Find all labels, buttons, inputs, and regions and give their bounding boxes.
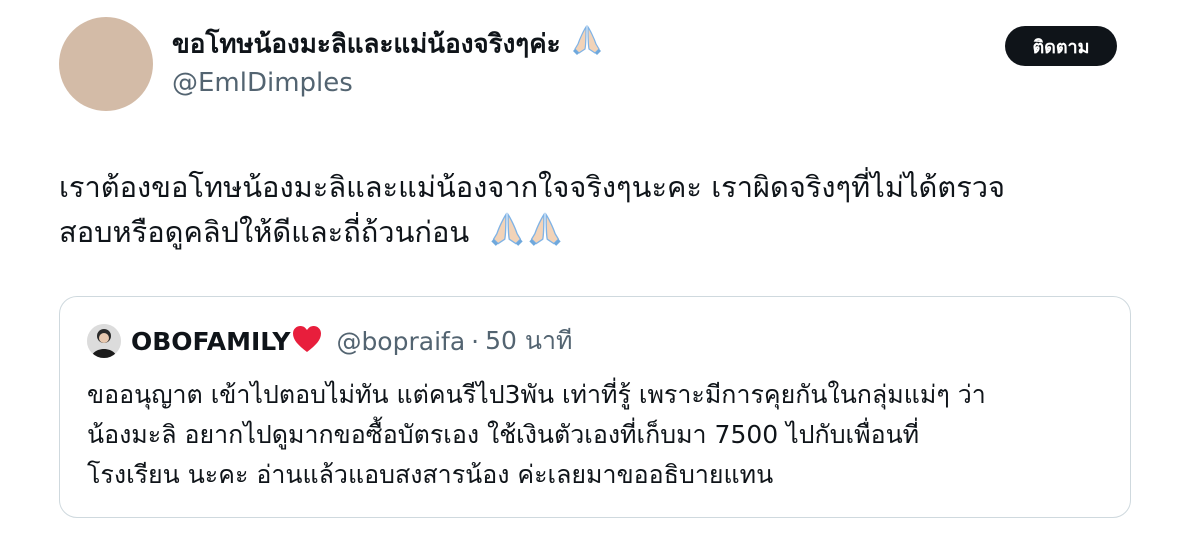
author-display-name[interactable]: ขอโทษน้องมะลิและแม่น้องจริงๆค่ะ — [172, 22, 604, 68]
tweet-text-line: เราต้องขอโทษน้องมะลิและแม่น้องจากใจจริงๆ… — [59, 170, 1006, 204]
quoted-tweet-line: ขออนุญาต เข้าไปตอบไม่ทัน แต่คนรีไป3พัน เ… — [87, 380, 986, 409]
follow-button[interactable]: ติดตาม — [1005, 26, 1117, 66]
quoted-tweet-text: ขออนุญาต เข้าไปตอบไม่ทัน แต่คนรีไป3พัน เ… — [87, 375, 1117, 495]
tweet-text-line: สอบหรือดูคลิปให้ดีและถี่ถ้วนก่อน — [59, 209, 1149, 259]
tweet-text-line-text: สอบหรือดูคลิปให้ดีและถี่ถ้วนก่อน — [59, 215, 470, 249]
author-display-name-text: ขอโทษน้องมะลิและแม่น้องจริงๆค่ะ — [172, 29, 561, 60]
red-heart-icon — [292, 325, 322, 357]
quoted-tweet-line: น้องมะลิ อยากไปดูมากขอซื้อบัตรเอง ใช้เงิ… — [87, 420, 920, 449]
quoted-author-name[interactable]: OBOFAMILY — [131, 327, 290, 356]
quoted-tweet-header: OBOFAMILY @bopraifa · 50 นาที — [131, 321, 572, 361]
quoted-tweet-timestamp[interactable]: 50 นาที — [485, 321, 572, 361]
author-handle[interactable]: @EmlDimples — [172, 64, 353, 102]
folded-hands-icon — [570, 22, 604, 68]
tweet-text: เราต้องขอโทษน้องมะลิและแม่น้องจากใจจริงๆ… — [59, 166, 1149, 259]
quoted-tweet-card[interactable]: OBOFAMILY @bopraifa · 50 นาที ขออนุญาต เ… — [59, 296, 1131, 518]
author-avatar[interactable] — [59, 17, 153, 111]
separator-dot: · — [471, 326, 480, 356]
quoted-author-avatar[interactable] — [87, 324, 121, 358]
folded-hands-icon — [526, 209, 564, 259]
tweet-view: ขอโทษน้องมะลิและแม่น้องจริงๆค่ะ @EmlDimp… — [0, 0, 1200, 540]
folded-hands-icon — [488, 209, 526, 259]
quoted-author-handle[interactable]: @bopraifa — [336, 327, 465, 356]
quoted-tweet-line: โรงเรียน นะคะ อ่านแล้วแอบสงสารน้อง ค่ะเล… — [87, 460, 774, 489]
